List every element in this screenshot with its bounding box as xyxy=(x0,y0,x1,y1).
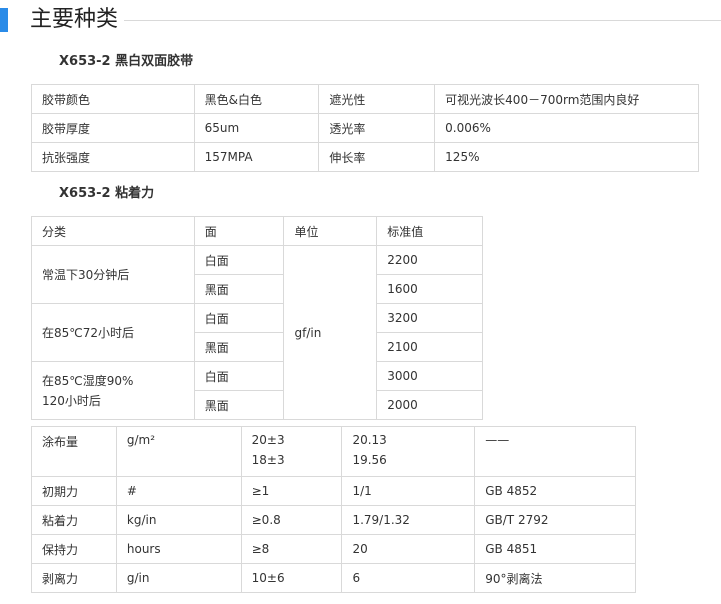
header-row: 分类面单位 标准值 xyxy=(31,216,483,246)
table-row: 涂布量 g/m² 20±3 18±3 20.13 19.56 —— xyxy=(31,426,636,477)
cell-line: 18±3 xyxy=(251,453,285,467)
property-method: GB/T 2792 xyxy=(474,505,636,535)
standard-value-cell: 2000 xyxy=(376,390,483,420)
standard-value-cell: 3000 xyxy=(376,361,483,391)
table-row: 粘着力 kg/in ≥0.8 1.79/1.32 GB/T 2792 xyxy=(31,505,636,535)
spec-value: 125% xyxy=(434,142,699,172)
section-title: 主要种类 xyxy=(30,7,119,32)
unit-cell: gf/in xyxy=(283,245,378,420)
standard-value-cell: 3200 xyxy=(376,303,483,333)
property-value: 1/1 xyxy=(341,476,476,506)
property-value: 6 xyxy=(341,563,476,593)
spec-table-title: X653-2 黑白双面胶带 xyxy=(59,54,194,69)
property-method: GB 4851 xyxy=(474,534,636,564)
spec-value: 65um xyxy=(193,113,320,143)
side-cell: 白面 xyxy=(193,303,285,333)
column-header: 单位 xyxy=(283,216,378,246)
property-name: 初期力 xyxy=(31,476,117,506)
spec-label: 胶带颜色 xyxy=(31,84,195,114)
table-row: 在85℃72小时后 白面 3200 xyxy=(31,303,483,362)
property-value: 1.79/1.32 xyxy=(341,505,476,535)
column-header: 标准值 xyxy=(376,216,483,246)
property-spec: ≥1 xyxy=(240,476,343,506)
table-row: 剥离力 g/in 10±6 6 90°剥离法 xyxy=(31,563,636,593)
side-cell: 黑面 xyxy=(193,274,285,304)
table-row: 初期力 # ≥1 1/1 GB 4852 xyxy=(31,476,636,506)
property-spec: 20±3 18±3 xyxy=(240,426,343,477)
spec-value: 可视光波长400－700rm范围内良好 xyxy=(434,84,699,114)
spec-table: 胶带颜色 黑色&白色 遮光性 可视光波长400－700rm范围内良好 胶带厚度 65um 透… xyxy=(31,84,699,172)
section-header: 主要种类 xyxy=(0,6,721,36)
column-header: 分类 xyxy=(31,216,195,246)
standard-value-cell: 2100 xyxy=(376,332,483,362)
column-header: 面 xyxy=(193,216,285,246)
table-row: 常温下30分钟后 白面 gf/in 2200 xyxy=(31,245,483,420)
property-method: GB 4852 xyxy=(474,476,636,506)
cell-line: 20±3 xyxy=(251,433,285,447)
cell-line: 20.13 xyxy=(352,433,387,447)
property-name: 涂布量 xyxy=(31,426,117,477)
properties-table: 涂布量 g/m² 20±3 18±3 20.13 19.56 —— 初期力 # ≥1 1/1 GB 4… xyxy=(31,426,636,593)
spec-label: 透光率 xyxy=(318,113,436,143)
side-cell: 黑面 xyxy=(193,390,285,420)
adhesion-table: 分类面单位 标准值 常温下30分钟后 白面 gf/in 2200 黑面 1600 在85℃72小… xyxy=(31,216,483,420)
side-cell: 黑面 xyxy=(193,332,285,362)
side-cell: 白面 xyxy=(193,245,285,275)
property-name: 保持力 xyxy=(31,534,117,564)
spec-label: 胶带厚度 xyxy=(31,113,195,143)
property-spec: 10±6 xyxy=(240,563,343,593)
product-spec-page: 主要种类 X653-2 黑白双面胶带 胶带颜色 黑色&白色 遮光性 可视光波长400－… xyxy=(0,0,721,604)
table-row: 胶带厚度 65um 透光率 0.006% xyxy=(31,113,699,143)
adhesion-table-title: X653-2 粘着力 xyxy=(59,186,155,201)
property-value: 20.13 19.56 xyxy=(341,426,476,477)
condition-cell: 常温下30分钟后 xyxy=(31,245,195,304)
property-value: 20 xyxy=(341,534,476,564)
property-unit: kg/in xyxy=(115,505,242,535)
spec-label: 伸长率 xyxy=(318,142,436,172)
standard-value-cell: 2200 xyxy=(376,245,483,275)
property-method: 90°剥离法 xyxy=(474,563,636,593)
condition-cell: 在85℃72小时后 xyxy=(31,303,195,362)
table-row: 在85℃湿度90% 120小时后 白面 3000 xyxy=(31,361,483,420)
condition-cell: 在85℃湿度90% 120小时后 xyxy=(31,361,195,420)
cell-line: 19.56 xyxy=(352,453,387,467)
table-row: 胶带颜色 黑色&白色 遮光性 可视光波长400－700rm范围内良好 xyxy=(31,84,699,114)
property-unit: # xyxy=(115,476,242,506)
spec-value: 0.006% xyxy=(434,113,699,143)
table-row: 抗张强度 157MPA 伸长率 125% xyxy=(31,142,699,172)
spec-value: 157MPA xyxy=(193,142,320,172)
cell-line: 在85℃湿度90% xyxy=(42,373,134,388)
section-divider xyxy=(124,20,721,21)
property-unit: g/in xyxy=(115,563,242,593)
spec-value: 黑色&白色 xyxy=(193,84,320,114)
cell-line: 120小时后 xyxy=(42,393,101,408)
property-spec: ≥0.8 xyxy=(240,505,343,535)
spec-label: 抗张强度 xyxy=(31,142,195,172)
table-row: 保持力 hours ≥8 20 GB 4851 xyxy=(31,534,636,564)
cell-line: 常温下30分钟后 xyxy=(42,267,130,282)
standard-value-cell: 1600 xyxy=(376,274,483,304)
property-unit: g/m² xyxy=(115,426,242,477)
side-cell: 白面 xyxy=(193,361,285,391)
property-name: 粘着力 xyxy=(31,505,117,535)
property-name: 剥离力 xyxy=(31,563,117,593)
property-unit: hours xyxy=(115,534,242,564)
property-method: —— xyxy=(474,426,636,477)
spec-label: 遮光性 xyxy=(318,84,436,114)
cell-line: 在85℃72小时后 xyxy=(42,325,135,340)
property-spec: ≥8 xyxy=(240,534,343,564)
section-accent-bar xyxy=(0,8,8,32)
